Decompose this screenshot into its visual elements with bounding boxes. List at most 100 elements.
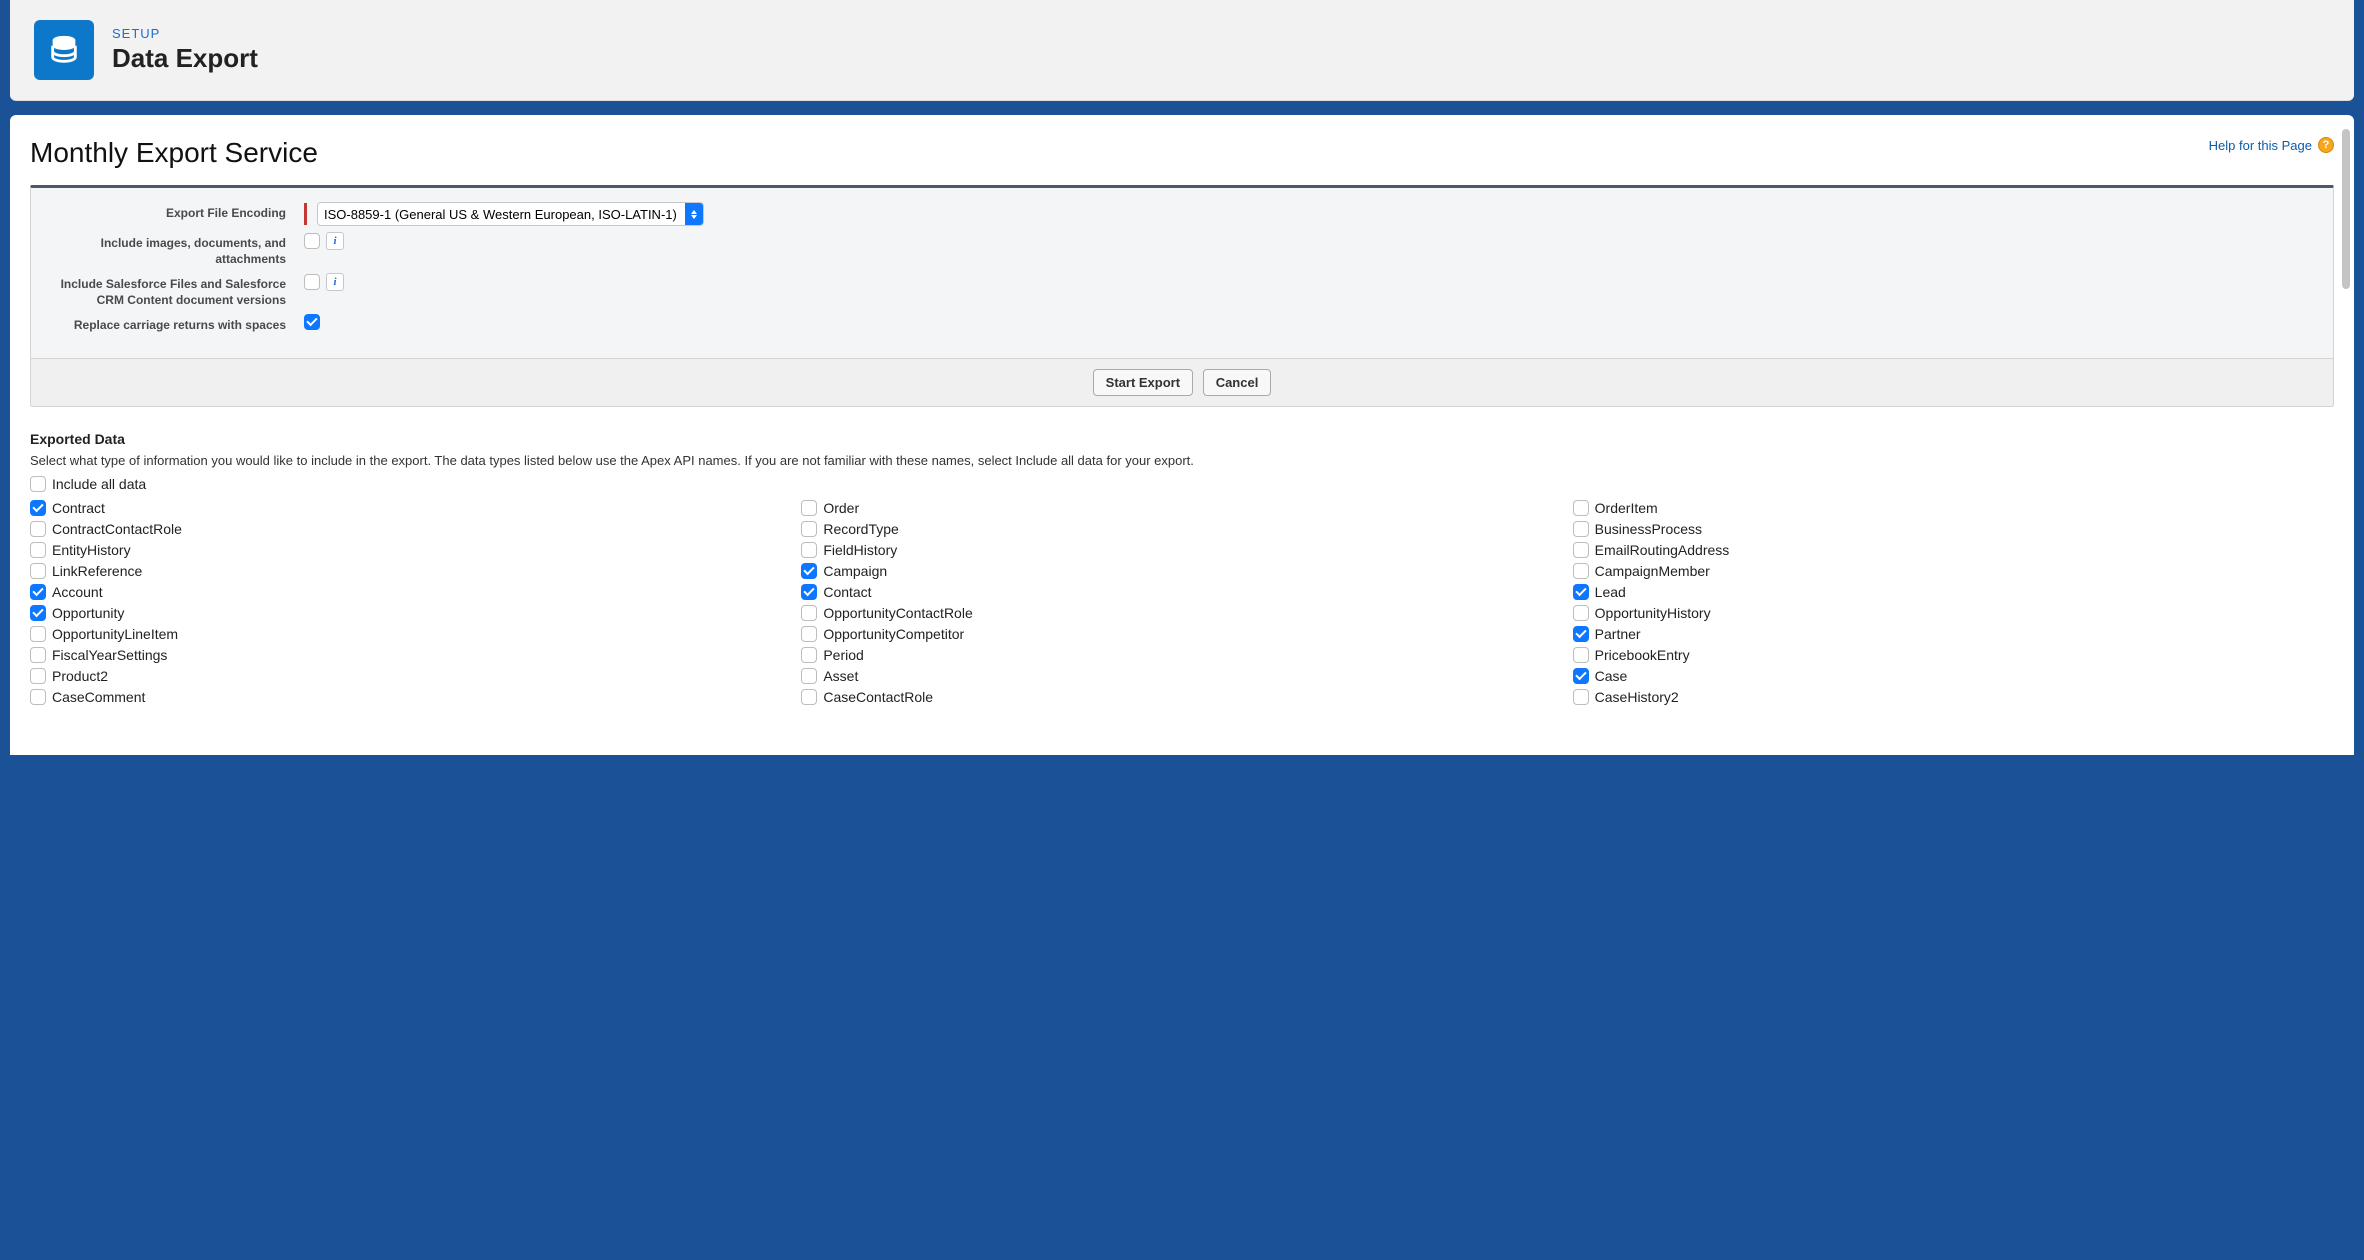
data-type-item: CaseHistory2 <box>1573 689 2334 705</box>
data-type-item: FieldHistory <box>801 542 1562 558</box>
data-type-checkbox[interactable] <box>30 605 46 621</box>
exported-data-description: Select what type of information you woul… <box>30 453 2334 468</box>
data-type-item: LinkReference <box>30 563 791 579</box>
data-type-checkbox[interactable] <box>1573 626 1589 642</box>
data-type-label: OpportunityLineItem <box>52 626 178 642</box>
data-type-label: Account <box>52 584 103 600</box>
cancel-button[interactable]: Cancel <box>1203 369 1272 396</box>
data-type-item: PricebookEntry <box>1573 647 2334 663</box>
data-type-item: CaseComment <box>30 689 791 705</box>
data-type-checkbox[interactable] <box>30 647 46 663</box>
data-type-checkbox[interactable] <box>801 500 817 516</box>
data-type-checkbox[interactable] <box>801 689 817 705</box>
data-type-label: BusinessProcess <box>1595 521 1702 537</box>
data-type-checkbox[interactable] <box>801 521 817 537</box>
data-type-checkbox[interactable] <box>801 542 817 558</box>
data-type-item: FiscalYearSettings <box>30 647 791 663</box>
data-type-item: EntityHistory <box>30 542 791 558</box>
data-type-item: Product2 <box>30 668 791 684</box>
setup-label: SETUP <box>112 26 258 41</box>
data-type-checkbox[interactable] <box>801 584 817 600</box>
data-type-label: FieldHistory <box>823 542 897 558</box>
data-type-checkbox[interactable] <box>1573 668 1589 684</box>
data-export-icon <box>34 20 94 80</box>
data-type-checkbox[interactable] <box>1573 605 1589 621</box>
data-type-label: Lead <box>1595 584 1626 600</box>
data-type-item: Opportunity <box>30 605 791 621</box>
data-type-checkbox[interactable] <box>1573 521 1589 537</box>
data-type-item: EmailRoutingAddress <box>1573 542 2334 558</box>
exported-data-section: Exported Data Select what type of inform… <box>30 411 2334 705</box>
include-images-label: Include images, documents, and attachmen… <box>49 232 304 267</box>
encoding-select[interactable]: ISO-8859-1 (General US & Western Europea… <box>317 202 704 226</box>
data-type-label: ContractContactRole <box>52 521 182 537</box>
data-type-item: Lead <box>1573 584 2334 600</box>
data-type-label: Contract <box>52 500 105 516</box>
data-type-label: Order <box>823 500 859 516</box>
data-type-label: CampaignMember <box>1595 563 1710 579</box>
data-type-item: Order <box>801 500 1562 516</box>
data-type-checkbox[interactable] <box>1573 584 1589 600</box>
replace-cr-checkbox[interactable] <box>304 314 320 330</box>
data-type-item: RecordType <box>801 521 1562 537</box>
data-type-label: Opportunity <box>52 605 124 621</box>
data-type-checkbox[interactable] <box>30 521 46 537</box>
data-type-item: Period <box>801 647 1562 663</box>
data-type-label: Asset <box>823 668 858 684</box>
required-indicator <box>304 203 307 225</box>
settings-box: Export File Encoding ISO-8859-1 (General… <box>30 185 2334 407</box>
data-type-label: OpportunityHistory <box>1595 605 1711 621</box>
data-type-checkbox[interactable] <box>30 563 46 579</box>
help-link[interactable]: Help for this Page ? <box>2209 137 2334 153</box>
encoding-select-input[interactable]: ISO-8859-1 (General US & Western Europea… <box>318 205 685 224</box>
data-type-checkbox[interactable] <box>801 563 817 579</box>
info-icon[interactable]: i <box>326 273 344 291</box>
data-type-label: OpportunityCompetitor <box>823 626 964 642</box>
data-type-checkbox[interactable] <box>30 584 46 600</box>
data-type-grid: Contract Order OrderItem ContractContactRol… <box>30 500 2334 705</box>
data-type-label: Contact <box>823 584 871 600</box>
chevron-updown-icon <box>685 202 703 226</box>
content-panel: Monthly Export Service Help for this Pag… <box>10 115 2354 755</box>
data-type-checkbox[interactable] <box>30 689 46 705</box>
data-type-checkbox[interactable] <box>30 542 46 558</box>
data-type-label: FiscalYearSettings <box>52 647 167 663</box>
scrollbar[interactable] <box>2342 129 2350 289</box>
replace-cr-label: Replace carriage returns with spaces <box>49 314 304 334</box>
data-type-label: CaseContactRole <box>823 689 933 705</box>
data-type-item: Case <box>1573 668 2334 684</box>
data-type-checkbox[interactable] <box>1573 542 1589 558</box>
data-type-checkbox[interactable] <box>1573 500 1589 516</box>
include-all-checkbox[interactable] <box>30 476 46 492</box>
data-type-label: Case <box>1595 668 1628 684</box>
data-type-item: OpportunityLineItem <box>30 626 791 642</box>
data-type-item: OpportunityCompetitor <box>801 626 1562 642</box>
data-type-checkbox[interactable] <box>801 626 817 642</box>
data-type-checkbox[interactable] <box>801 605 817 621</box>
data-type-checkbox[interactable] <box>1573 647 1589 663</box>
data-type-checkbox[interactable] <box>1573 689 1589 705</box>
data-type-checkbox[interactable] <box>1573 563 1589 579</box>
include-all-label: Include all data <box>52 476 146 492</box>
start-export-button[interactable]: Start Export <box>1093 369 1193 396</box>
data-type-checkbox[interactable] <box>30 626 46 642</box>
data-type-item: Campaign <box>801 563 1562 579</box>
data-type-label: OrderItem <box>1595 500 1658 516</box>
include-files-label: Include Salesforce Files and Salesforce … <box>49 273 304 308</box>
data-type-label: OpportunityContactRole <box>823 605 972 621</box>
help-link-text: Help for this Page <box>2209 138 2312 153</box>
data-type-checkbox[interactable] <box>30 500 46 516</box>
data-type-checkbox[interactable] <box>801 668 817 684</box>
data-type-checkbox[interactable] <box>801 647 817 663</box>
panel-heading: Monthly Export Service <box>30 137 318 169</box>
exported-data-title: Exported Data <box>30 431 2334 447</box>
data-type-item: Contact <box>801 584 1562 600</box>
data-type-item: OpportunityContactRole <box>801 605 1562 621</box>
include-images-checkbox[interactable] <box>304 233 320 249</box>
info-icon[interactable]: i <box>326 232 344 250</box>
include-files-checkbox[interactable] <box>304 274 320 290</box>
data-type-checkbox[interactable] <box>30 668 46 684</box>
data-type-item: BusinessProcess <box>1573 521 2334 537</box>
data-type-item: CaseContactRole <box>801 689 1562 705</box>
page-title: Data Export <box>112 43 258 74</box>
